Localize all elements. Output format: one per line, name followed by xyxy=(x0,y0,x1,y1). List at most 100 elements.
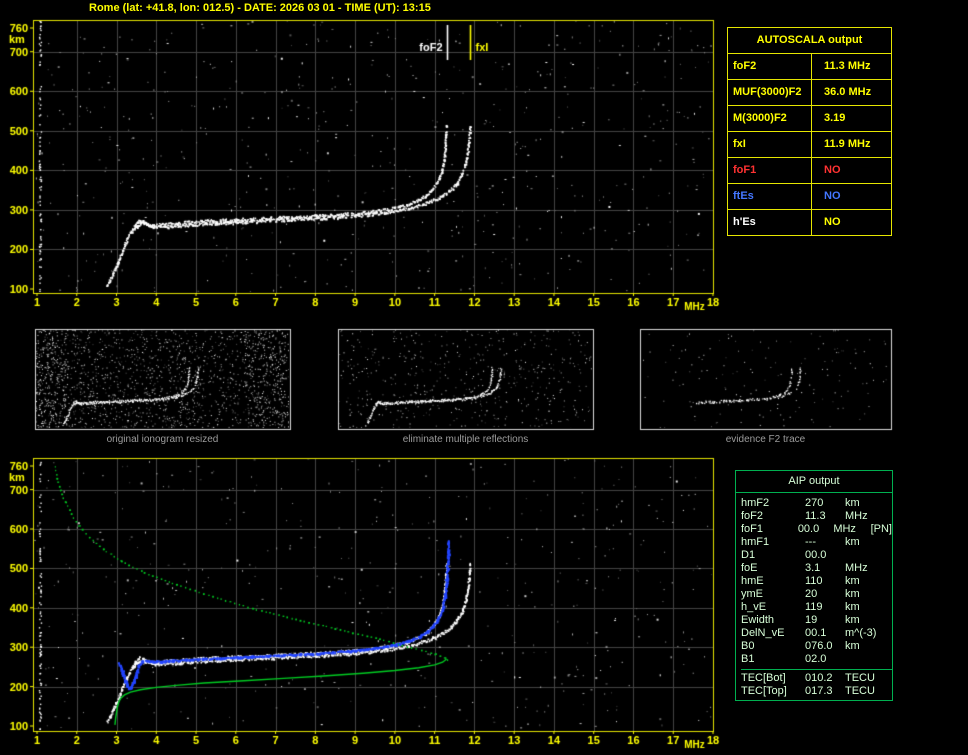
aip-extra xyxy=(887,672,892,685)
aip-unit: km xyxy=(845,536,860,548)
aip-label: foE xyxy=(741,562,758,574)
autoscala-value-foF2: 11.3 MHz xyxy=(824,60,871,72)
aip-extra xyxy=(887,614,892,627)
table-row: fxI 11.9 MHz xyxy=(728,132,891,158)
table-row: ftEs NO xyxy=(728,184,891,210)
autoscala-table-header: AUTOSCALA output xyxy=(728,28,891,54)
autoscala-label-ftEs: ftEs xyxy=(728,184,812,209)
panel-caption-original: original ionogram resized xyxy=(106,434,219,445)
autoscala-label-muf: MUF(3000)F2 xyxy=(728,80,812,105)
aip-label: hmF2 xyxy=(741,497,770,509)
aip-label: Ewidth xyxy=(741,614,775,626)
table-row: foE 3.1 MHz xyxy=(741,562,892,575)
aip-label: TEC[Top] xyxy=(741,685,787,697)
aip-unit: km xyxy=(845,588,860,600)
table-row: Ewidth 19 km xyxy=(741,614,892,627)
aip-unit: MHz xyxy=(833,523,856,535)
autoscala-value-ftEs: NO xyxy=(824,190,841,202)
autoscala-value-foF1: NO xyxy=(824,164,841,176)
aip-unit: km xyxy=(845,614,860,626)
aip-label: B0 xyxy=(741,640,755,652)
aip-label: TEC[Bot] xyxy=(741,672,786,684)
aip-value: 119 xyxy=(805,601,823,613)
aip-extra xyxy=(887,562,892,575)
aip-extra xyxy=(887,575,892,588)
aip-unit: TECU xyxy=(845,685,875,697)
aip-label: h_vE xyxy=(741,601,767,613)
autoscala-output-table: AUTOSCALA output foF2 11.3 MHz MUF(3000)… xyxy=(727,27,892,236)
aip-value: 00.1 xyxy=(805,627,827,639)
aip-value: 19 xyxy=(805,614,818,626)
table-row: hmF2 270 km xyxy=(741,497,892,510)
aip-extra xyxy=(887,549,892,562)
tec-section-divider xyxy=(741,669,892,670)
aip-label: D1 xyxy=(741,549,756,561)
aip-extra xyxy=(887,640,892,653)
aip-value: 010.2 xyxy=(805,672,833,684)
aip-extra xyxy=(887,536,892,549)
aip-extra xyxy=(887,685,892,698)
aip-unit: km xyxy=(845,575,860,587)
autoscala-value-hEs: NO xyxy=(824,216,841,228)
autoscala-label-fxI: fxI xyxy=(728,132,812,157)
aip-value: 20 xyxy=(805,588,818,600)
table-row: M(3000)F2 3.19 xyxy=(728,106,891,132)
aip-label: hmF1 xyxy=(741,536,770,548)
aip-table-body: hmF2 270 km foF2 11.3 MHz foF1 00.0 MHz [PN] hm… xyxy=(736,493,892,700)
table-row: ymE 20 km xyxy=(741,588,892,601)
aip-extra xyxy=(887,653,892,666)
aip-unit xyxy=(845,653,887,666)
table-row: TEC[Bot] 010.2 TECU xyxy=(741,672,892,685)
aip-output-table: AIP output hmF2 270 km foF2 11.3 MHz foF1 00.… xyxy=(735,470,893,701)
table-row: B0 076.0 km xyxy=(741,640,892,653)
autoscala-label-hEs: h'Es xyxy=(728,210,812,235)
table-row: h_vE 119 km xyxy=(741,601,892,614)
aip-label: foF1 xyxy=(741,523,764,535)
aip-extra xyxy=(887,588,892,601)
table-row: foF2 11.3 MHz xyxy=(728,54,891,80)
aip-unit: km xyxy=(845,601,860,613)
aip-label: ymE xyxy=(741,588,763,600)
table-row: D1 00.0 xyxy=(741,549,892,562)
table-row: DelN_vE 00.1 m^(-3) xyxy=(741,627,892,640)
table-row: B1 02.0 xyxy=(741,653,892,666)
aip-unit: km xyxy=(845,497,860,509)
table-row: hmF1 --- km xyxy=(741,536,892,549)
aip-extra: [PN] xyxy=(870,523,892,535)
aip-value: 110 xyxy=(805,575,823,587)
table-row: TEC[Top] 017.3 TECU xyxy=(741,685,892,698)
autoscala-label-foF1: foF1 xyxy=(728,158,812,183)
aip-label: foF2 xyxy=(741,510,764,522)
autoscala-value-fxI: 11.9 MHz xyxy=(824,138,871,150)
aip-unit: TECU xyxy=(845,672,875,684)
aip-extra xyxy=(887,510,892,523)
aip-unit xyxy=(845,549,887,562)
aip-label: B1 xyxy=(741,653,755,665)
aip-value: 270 xyxy=(805,497,824,509)
table-row: hmE 110 km xyxy=(741,575,892,588)
aip-extra xyxy=(887,497,892,510)
table-row: h'Es NO xyxy=(728,210,891,235)
aip-value: 3.1 xyxy=(805,562,821,574)
panel-caption-eliminate: eliminate multiple reflections xyxy=(402,434,529,445)
table-row: MUF(3000)F2 36.0 MHz xyxy=(728,80,891,106)
panel-caption-evidence: evidence F2 trace xyxy=(725,434,806,445)
station-date-time-title: Rome (lat: +41.8, lon: 012.5) - DATE: 20… xyxy=(89,2,431,14)
aip-unit: m^(-3) xyxy=(845,627,877,639)
aip-table-header: AIP output xyxy=(736,471,892,493)
aip-label: DelN_vE xyxy=(741,627,785,639)
table-row: foF1 NO xyxy=(728,158,891,184)
aip-unit: MHz xyxy=(845,562,868,574)
aip-value: 017.3 xyxy=(805,685,833,697)
aip-label: hmE xyxy=(741,575,764,587)
autoscala-label-foF2: foF2 xyxy=(728,54,812,79)
aip-value: 00.0 xyxy=(797,523,820,535)
aip-value: 076.0 xyxy=(805,640,833,652)
autoscala-value-muf: 36.0 MHz xyxy=(824,86,872,98)
table-row: foF1 00.0 MHz [PN] xyxy=(741,523,892,536)
autoscala-label-m3000: M(3000)F2 xyxy=(728,106,812,131)
aip-value: 02.0 xyxy=(805,653,827,665)
aip-value: --- xyxy=(805,536,816,548)
aip-unit: MHz xyxy=(845,510,868,522)
aip-extra xyxy=(887,601,892,614)
